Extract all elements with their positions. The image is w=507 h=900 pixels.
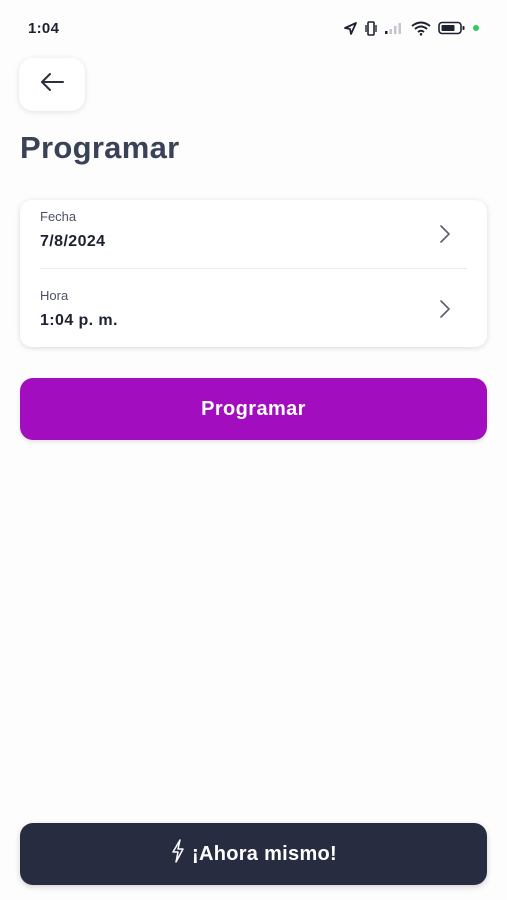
location-arrow-icon: [343, 21, 358, 36]
status-icons: [343, 20, 479, 36]
lightning-icon: [170, 839, 186, 869]
vibrate-icon: [365, 20, 377, 36]
schedule-button-label: Programar: [201, 397, 306, 420]
chevron-right-icon: [439, 299, 451, 324]
row-divider: [40, 268, 467, 269]
date-value: 7/8/2024: [40, 233, 106, 250]
schedule-screen: 1:04 Programar Fecha 7/8/2024 Hora 1:04 …: [0, 0, 507, 900]
date-row[interactable]: Fecha 7/8/2024: [20, 200, 487, 273]
now-button-label: ¡Ahora mismo!: [191, 842, 338, 865]
time-label: Hora: [40, 288, 69, 303]
date-label: Fecha: [40, 209, 77, 224]
schedule-button[interactable]: Programar: [20, 378, 487, 440]
wifi-icon: [411, 21, 431, 36]
time-value: 1:04 p. m.: [40, 312, 118, 329]
chevron-right-icon: [439, 224, 451, 249]
privacy-dot: [473, 25, 479, 31]
arrow-left-icon: [39, 72, 65, 97]
status-time: 1:04: [28, 19, 60, 37]
status-bar: 1:04: [0, 0, 507, 56]
battery-icon: [438, 21, 466, 35]
back-button[interactable]: [19, 58, 85, 111]
now-button[interactable]: ¡Ahora mismo!: [20, 823, 487, 885]
page-title: Programar: [20, 130, 180, 165]
time-row[interactable]: Hora 1:04 p. m.: [20, 273, 487, 346]
schedule-card: Fecha 7/8/2024 Hora 1:04 p. m.: [20, 200, 487, 347]
signal-icon: [384, 21, 404, 35]
